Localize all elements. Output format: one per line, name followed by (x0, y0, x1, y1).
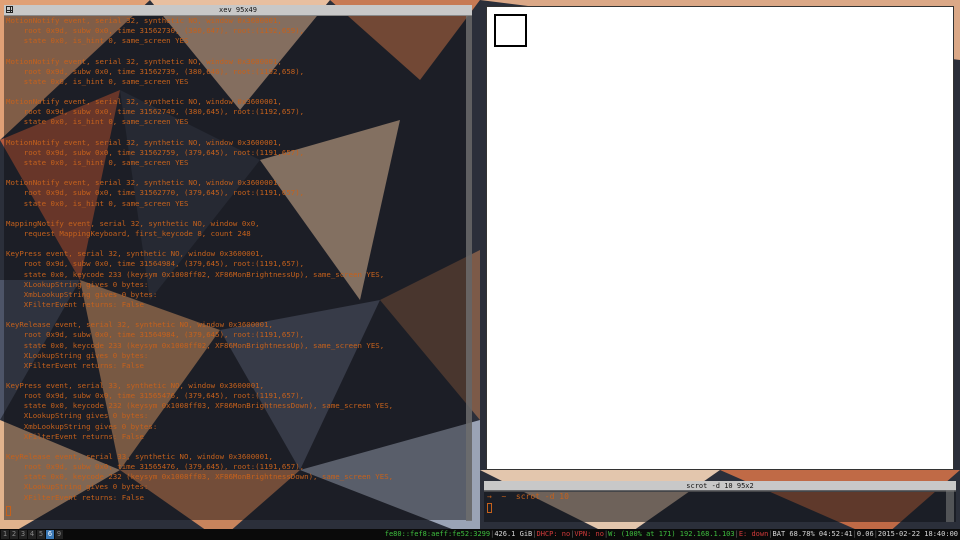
xev-output-line: MotionNotify event, serial 32, synthetic… (6, 56, 282, 66)
workspace-5[interactable]: 5 (37, 530, 45, 539)
status-segment: fe80::fef8:aeff:fe52:3299 (384, 530, 491, 538)
xev-output-line: XFilterEvent returns: False (6, 492, 144, 502)
workspace-4[interactable]: 4 (28, 530, 36, 539)
xev-output-line: state 0x0, is_hint 0, same_screen YES (6, 36, 189, 46)
xev-output-line (6, 442, 466, 452)
xev-output-line (6, 128, 466, 138)
xev-output-line: root 0x9d, subw 0x0, time 31562730, (380… (6, 26, 305, 36)
status-segments: fe80::fef8:aeff:fe52:3299|426.1 GiB|DHCP… (385, 529, 958, 540)
xev-output-line: root 0x9d, subw 0x0, time 31562739, (380… (6, 66, 305, 76)
status-bar: 1234569 fe80::fef8:aeff:fe52:3299|426.1 … (0, 529, 960, 540)
xev-output-line: MotionNotify event, serial 32, synthetic… (6, 16, 282, 25)
workspace-3[interactable]: 3 (19, 530, 27, 539)
xev-output-line: MotionNotify event, serial 32, synthetic… (6, 137, 282, 147)
xev-output-line (6, 371, 466, 381)
xev-output-line: request MappingKeyboard, first_keycode 8… (6, 228, 251, 238)
xev-output-line (6, 209, 466, 219)
xev-output-line: XFilterEvent returns: False (6, 299, 144, 309)
xev-output-line (6, 87, 466, 97)
xev-output-line: MotionNotify event, serial 32, synthetic… (6, 97, 282, 107)
xev-output-line: KeyPress event, serial 32, synthetic NO,… (6, 249, 265, 259)
xev-output-line: state 0x0, is_hint 0, same_screen YES (6, 76, 189, 86)
xev-output-line: state 0x0, keycode 232 (keysym 0x1008ff0… (6, 472, 394, 482)
workspace-9[interactable]: 9 (55, 530, 63, 539)
xev-output-line (6, 239, 466, 249)
xev-output-line: state 0x0, is_hint 0, same_screen YES (6, 157, 189, 167)
xev-output-line (6, 46, 466, 56)
xev-output-line (6, 310, 466, 320)
xev-event-window[interactable] (486, 6, 954, 470)
xev-output-line: root 0x9d, subw 0x0, time 31564984, (379… (6, 330, 305, 340)
square-glyph-icon (494, 14, 527, 47)
xev-output-line: MappingNotify event, serial 32, syntheti… (6, 218, 260, 228)
xev-output-line: XLookupString gives 0 bytes: (6, 279, 149, 289)
terminal-cursor (487, 503, 492, 513)
xev-output-line: KeyRelease event, serial 33, synthetic N… (6, 452, 273, 462)
scrot-scrollbar[interactable] (946, 490, 954, 522)
xev-scrollbar[interactable] (466, 16, 472, 521)
status-segment: 0.06 (856, 530, 874, 538)
xev-output-line: XLookupString gives 0 bytes: (6, 350, 149, 360)
status-segment: 426.1 GiB (494, 530, 533, 538)
xev-output-line: root 0x9d, subw 0x0, time 31562759, (379… (6, 147, 305, 157)
xev-output-line: XFilterEvent returns: False (6, 360, 144, 370)
xev-output: MotionNotify event, serial 32, synthetic… (6, 16, 466, 503)
xev-output-line: root 0x9d, subw 0x0, time 31564984, (379… (6, 259, 305, 269)
shell-prompt: → ~ scrot -d 10 (487, 492, 569, 501)
xev-output-line: XmbLookupString gives 0 bytes: (6, 421, 158, 431)
xev-output-line: state 0x0, is_hint 0, same_screen YES (6, 198, 189, 208)
xev-output-line: state 0x0, keycode 232 (keysym 0x1008ff0… (6, 401, 394, 411)
xev-output-line (6, 168, 466, 178)
workspace-1[interactable]: 1 (1, 530, 9, 539)
terminal-cursor (6, 506, 11, 516)
window-menu-icon[interactable] (6, 6, 13, 13)
status-segment: E: down (738, 530, 769, 538)
status-segment: 2015-02-22 18:40:00 (877, 530, 958, 538)
xev-output-line: root 0x9d, subw 0x0, time 31565476, (379… (6, 391, 305, 401)
xev-output-line: KeyPress event, serial 33, synthetic NO,… (6, 381, 265, 391)
xev-output-line: state 0x0, is_hint 0, same_screen YES (6, 117, 189, 127)
workspace-6[interactable]: 6 (46, 530, 54, 539)
xev-title: xev 95x49 (219, 6, 257, 14)
status-segment: W: (100% at 171) 192.168.1.103 (608, 530, 735, 538)
xev-output-line: XLookupString gives 0 bytes: (6, 482, 149, 492)
status-segment: DHCP: no (536, 530, 571, 538)
xev-output-line: XLookupString gives 0 bytes: (6, 411, 149, 421)
xev-output-line: XFilterEvent returns: False (6, 431, 144, 441)
xev-output-line: root 0x9d, subw 0x0, time 31562749, (380… (6, 107, 305, 117)
xev-titlebar[interactable]: xev 95x49 (4, 5, 472, 16)
xev-output-line: root 0x9d, subw 0x0, time 31562770, (379… (6, 188, 305, 198)
workspace-2[interactable]: 2 (10, 530, 18, 539)
status-segment: VPN: no (574, 530, 604, 538)
xev-output-line: XmbLookupString gives 0 bytes: (6, 289, 158, 299)
scrollbar-thumb[interactable] (466, 16, 472, 521)
status-segment: BAT 68.78% 04:52:41 (772, 530, 853, 538)
scrot-title: scrot -d 10 95x2 (686, 482, 754, 490)
xev-output-line: KeyRelease event, serial 32, synthetic N… (6, 320, 273, 330)
xev-output-line: state 0x0, keycode 233 (keysym 0x1008ff0… (6, 340, 385, 350)
xev-output-line: state 0x0, keycode 233 (keysym 0x1008ff0… (6, 269, 385, 279)
xev-output-line: root 0x9d, subw 0x0, time 31565476, (379… (6, 462, 305, 472)
xev-output-line: MotionNotify event, serial 32, synthetic… (6, 178, 282, 188)
